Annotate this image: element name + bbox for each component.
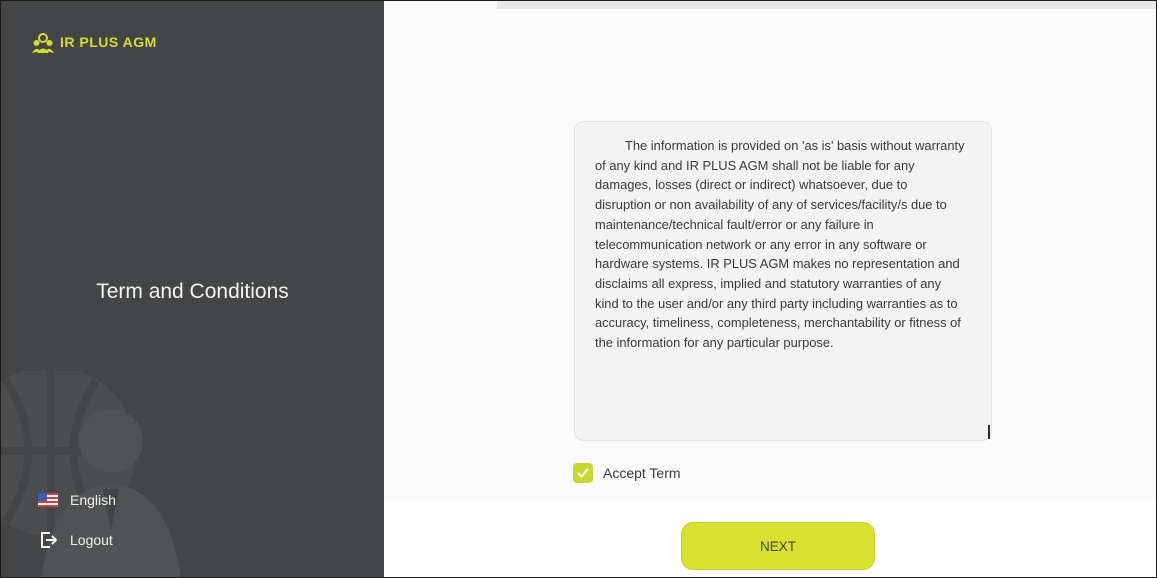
logout-label: Logout: [70, 532, 113, 548]
top-strip: [497, 1, 1156, 9]
accept-term-checkbox[interactable]: Accept Term: [573, 463, 681, 483]
logo-icon: [32, 33, 54, 53]
language-label: English: [70, 492, 116, 508]
language-selector[interactable]: English: [38, 492, 116, 508]
checkmark-icon: [577, 468, 589, 478]
checkbox[interactable]: [573, 463, 593, 483]
us-flag-icon: [38, 493, 58, 507]
terms-scrollbar[interactable]: [988, 425, 990, 439]
brand-name: IR PLUS AGM: [60, 34, 157, 50]
sidebar: IR PLUS AGM Term and Conditions English: [1, 1, 384, 577]
app-window: IR PLUS AGM Term and Conditions English: [0, 0, 1157, 578]
terms-textarea[interactable]: The information is provided on 'as is' b…: [574, 121, 992, 441]
accept-term-label: Accept Term: [603, 465, 681, 481]
brand: IR PLUS AGM: [32, 31, 157, 53]
page-title: Term and Conditions: [96, 280, 289, 303]
logout-icon: [41, 532, 58, 548]
next-button[interactable]: NEXT: [681, 522, 875, 570]
globe-person-watermark-icon: [1, 371, 181, 577]
terms-text: The information is provided on 'as is' b…: [595, 138, 965, 351]
logout-button[interactable]: Logout: [38, 530, 113, 550]
